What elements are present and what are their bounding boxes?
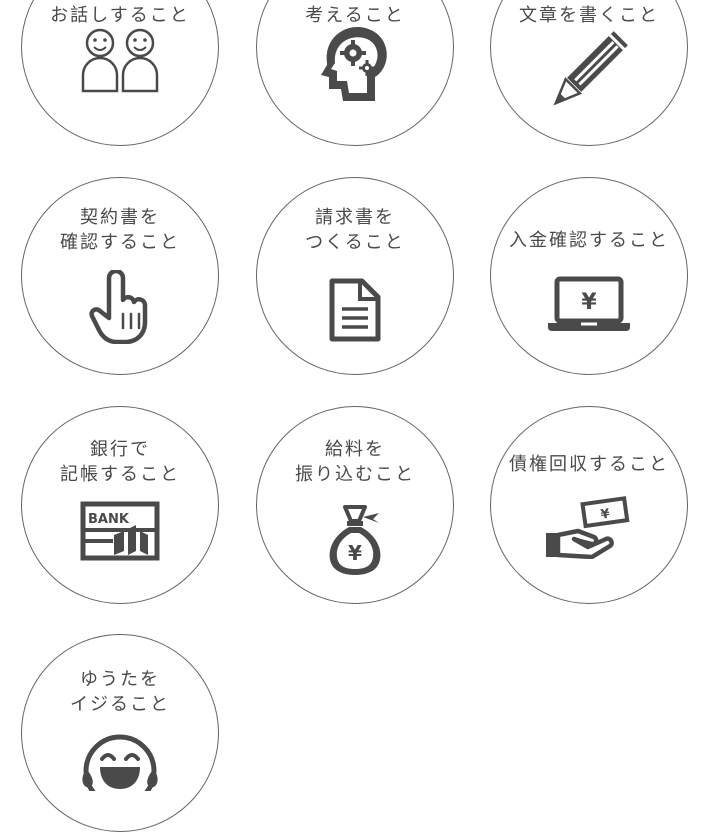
circle-label: 文章を書くこと [491, 3, 687, 28]
hand-banknote-icon: ¥ [544, 493, 634, 559]
bank-text: BANK [88, 512, 130, 527]
label-line: 確認すること [60, 232, 180, 253]
laughing-face-icon [80, 731, 160, 791]
label-line: 給料を [325, 439, 385, 460]
circle-card-payment-check: 入金確認すること ¥ [490, 177, 688, 375]
label-line: 請求書を [315, 207, 395, 228]
circle-card-debt-collection: 債権回収すること ¥ [490, 406, 688, 604]
circle-card-talking: お話しすること [21, 0, 219, 146]
label-line: 債権回収すること [509, 454, 669, 475]
bank-passbook-icon: BANK [80, 501, 160, 561]
label-line: ゆうたを [80, 669, 160, 690]
circle-card-thinking: 考えること [256, 0, 454, 146]
yen-sign: ¥ [581, 290, 597, 315]
brain-gears-icon [317, 21, 393, 105]
document-icon [328, 278, 382, 342]
label-line: 契約書を [80, 207, 160, 228]
circle-label: ゆうたを イジること [22, 667, 218, 717]
two-people-icon [80, 25, 160, 93]
circle-label: 契約書を 確認すること [22, 205, 218, 255]
label-line: 記帳すること [60, 464, 180, 485]
label-line: 振り込むこと [295, 464, 415, 485]
circle-label: 債権回収すること [491, 452, 687, 477]
circle-card-writing: 文章を書くこと [490, 0, 688, 146]
label-line: つくること [305, 232, 405, 253]
label-line: 入金確認すること [509, 230, 669, 251]
circle-label: 請求書を つくること [257, 205, 453, 255]
laptop-yen-icon: ¥ [546, 276, 632, 332]
pencil-icon [549, 31, 629, 109]
circle-card-contract: 契約書を 確認すること [21, 177, 219, 375]
label-line: イジること [70, 694, 170, 715]
label-line: 銀行で [90, 439, 150, 460]
circle-card-yuta: ゆうたを イジること [21, 634, 219, 832]
circle-label: 銀行で 記帳すること [22, 437, 218, 487]
circle-label: 給料を 振り込むこと [257, 437, 453, 487]
circle-card-salary-transfer: 給料を 振り込むこと ¥ [256, 406, 454, 604]
money-bag-icon: ¥ [323, 503, 387, 577]
circle-label: 入金確認すること [491, 228, 687, 253]
circle-card-bank-passbook: 銀行で 記帳すること BANK [21, 406, 219, 604]
pointing-hand-icon [89, 270, 151, 344]
circle-card-invoice: 請求書を つくること [256, 177, 454, 375]
yen-sign: ¥ [348, 541, 362, 565]
label-line: 文章を書くこと [519, 5, 659, 26]
